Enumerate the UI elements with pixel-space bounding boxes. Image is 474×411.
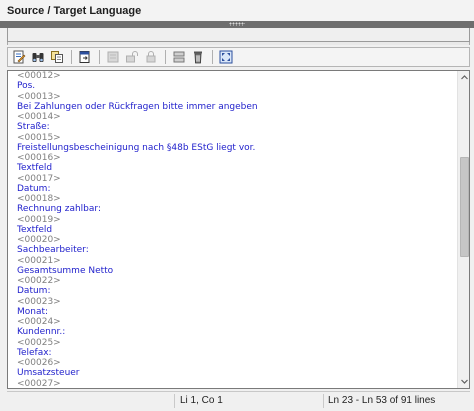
status-message	[7, 394, 175, 408]
copy-icon	[51, 51, 63, 63]
segment-text[interactable]: Gesamtsumme Netto	[17, 266, 447, 276]
segment-text[interactable]: Monat:	[17, 307, 447, 317]
segment-tag[interactable]: <00026>	[17, 358, 447, 368]
lock-segment-button[interactable]	[105, 50, 121, 65]
scroll-up-icon[interactable]	[460, 73, 469, 82]
unlock-segment-button[interactable]	[124, 50, 140, 65]
merge-button[interactable]	[171, 50, 187, 65]
segment-text[interactable]: Textfeld	[17, 163, 447, 173]
segment-tag[interactable]: <00017>	[17, 174, 447, 184]
segment-tag[interactable]: <00018>	[17, 194, 447, 204]
segment-text[interactable]: Sachbearbeiter:	[17, 245, 447, 255]
segment-tag[interactable]: <00022>	[17, 276, 447, 286]
vertical-scrollbar[interactable]	[457, 71, 469, 388]
upper-pane-strip	[7, 42, 470, 45]
segment-text[interactable]: Bei Zahlungen oder Rückfragen bitte imme…	[17, 102, 447, 112]
fit-window-button[interactable]	[218, 50, 234, 65]
cursor-position: Li 1, Co 1	[176, 394, 324, 408]
toolbar-separator	[212, 50, 213, 64]
segment-text[interactable]: Pos.	[17, 81, 447, 91]
edit-document-button[interactable]	[11, 50, 27, 65]
segment-tag[interactable]: <00021>	[17, 256, 447, 266]
trash-icon	[194, 51, 202, 64]
scroll-down-icon[interactable]	[460, 377, 469, 386]
fit-window-icon	[219, 50, 233, 64]
scrollbar-thumb[interactable]	[460, 157, 469, 257]
segment-text[interactable]: Straße:	[17, 122, 447, 132]
segment-text[interactable]: Datum:	[17, 286, 447, 296]
segment-tag[interactable]: <00014>	[17, 112, 447, 122]
segment-tag[interactable]: <00012>	[17, 71, 447, 81]
segment-tag[interactable]: <00025>	[17, 338, 447, 348]
padlock-disabled-icon	[146, 51, 156, 63]
segment-tag[interactable]: <00013>	[17, 92, 447, 102]
splitter-handle[interactable]	[0, 21, 474, 28]
segment-text[interactable]: Telefax:	[17, 348, 447, 358]
segment-text[interactable]: Umsatzsteuer	[17, 368, 447, 378]
segment-text[interactable]: Kundennr.:	[17, 327, 447, 337]
binoculars-icon	[32, 53, 44, 62]
segment-text[interactable]: Datum:	[17, 184, 447, 194]
segment-tag[interactable]: <00020>	[17, 235, 447, 245]
segment-tag[interactable]: <00016>	[17, 153, 447, 163]
source-text-editor[interactable]: <00012> Pos. <00013> Bei Zahlungen oder Rüc…	[7, 70, 470, 389]
panel-title: Source / Target Language	[0, 0, 474, 21]
line-range: Ln 23 - Ln 53 of 91 lines	[328, 395, 436, 406]
toolbar-separator	[165, 50, 166, 64]
editor-lines: <00012> Pos. <00013> Bei Zahlungen oder Rüc…	[17, 71, 447, 389]
grip-icon	[229, 22, 245, 26]
edit-document-icon	[13, 50, 26, 64]
unlock-disabled-icon	[126, 51, 138, 63]
segment-text[interactable]: Rechnung zahlbar:	[17, 204, 447, 214]
toolbar-separator	[99, 50, 100, 64]
segment-tag[interactable]: <00019>	[17, 215, 447, 225]
segment-tag[interactable]: <00027>	[17, 379, 447, 389]
merge-icon	[173, 51, 185, 63]
segment-tag[interactable]: <00015>	[17, 133, 447, 143]
copy-button[interactable]	[49, 50, 65, 65]
find-button[interactable]	[30, 50, 46, 65]
export-icon	[79, 51, 90, 63]
toolbar-separator	[71, 50, 72, 64]
status-bar: Li 1, Co 1 Ln 23 - Ln 53 of 91 lines	[7, 391, 470, 409]
segment-tag[interactable]: <00024>	[17, 317, 447, 327]
segment-text[interactable]: Freistellungsbescheinigung nach §48b ESt…	[17, 143, 447, 153]
source-pane-header	[7, 28, 470, 42]
editor-toolbar	[7, 47, 470, 67]
lock-disabled-icon	[107, 51, 119, 63]
export-button[interactable]	[77, 50, 93, 65]
segment-tag[interactable]: <00023>	[17, 297, 447, 307]
delete-button[interactable]	[190, 50, 206, 65]
segment-text[interactable]: Textfeld	[17, 225, 447, 235]
padlock-button[interactable]	[143, 50, 159, 65]
